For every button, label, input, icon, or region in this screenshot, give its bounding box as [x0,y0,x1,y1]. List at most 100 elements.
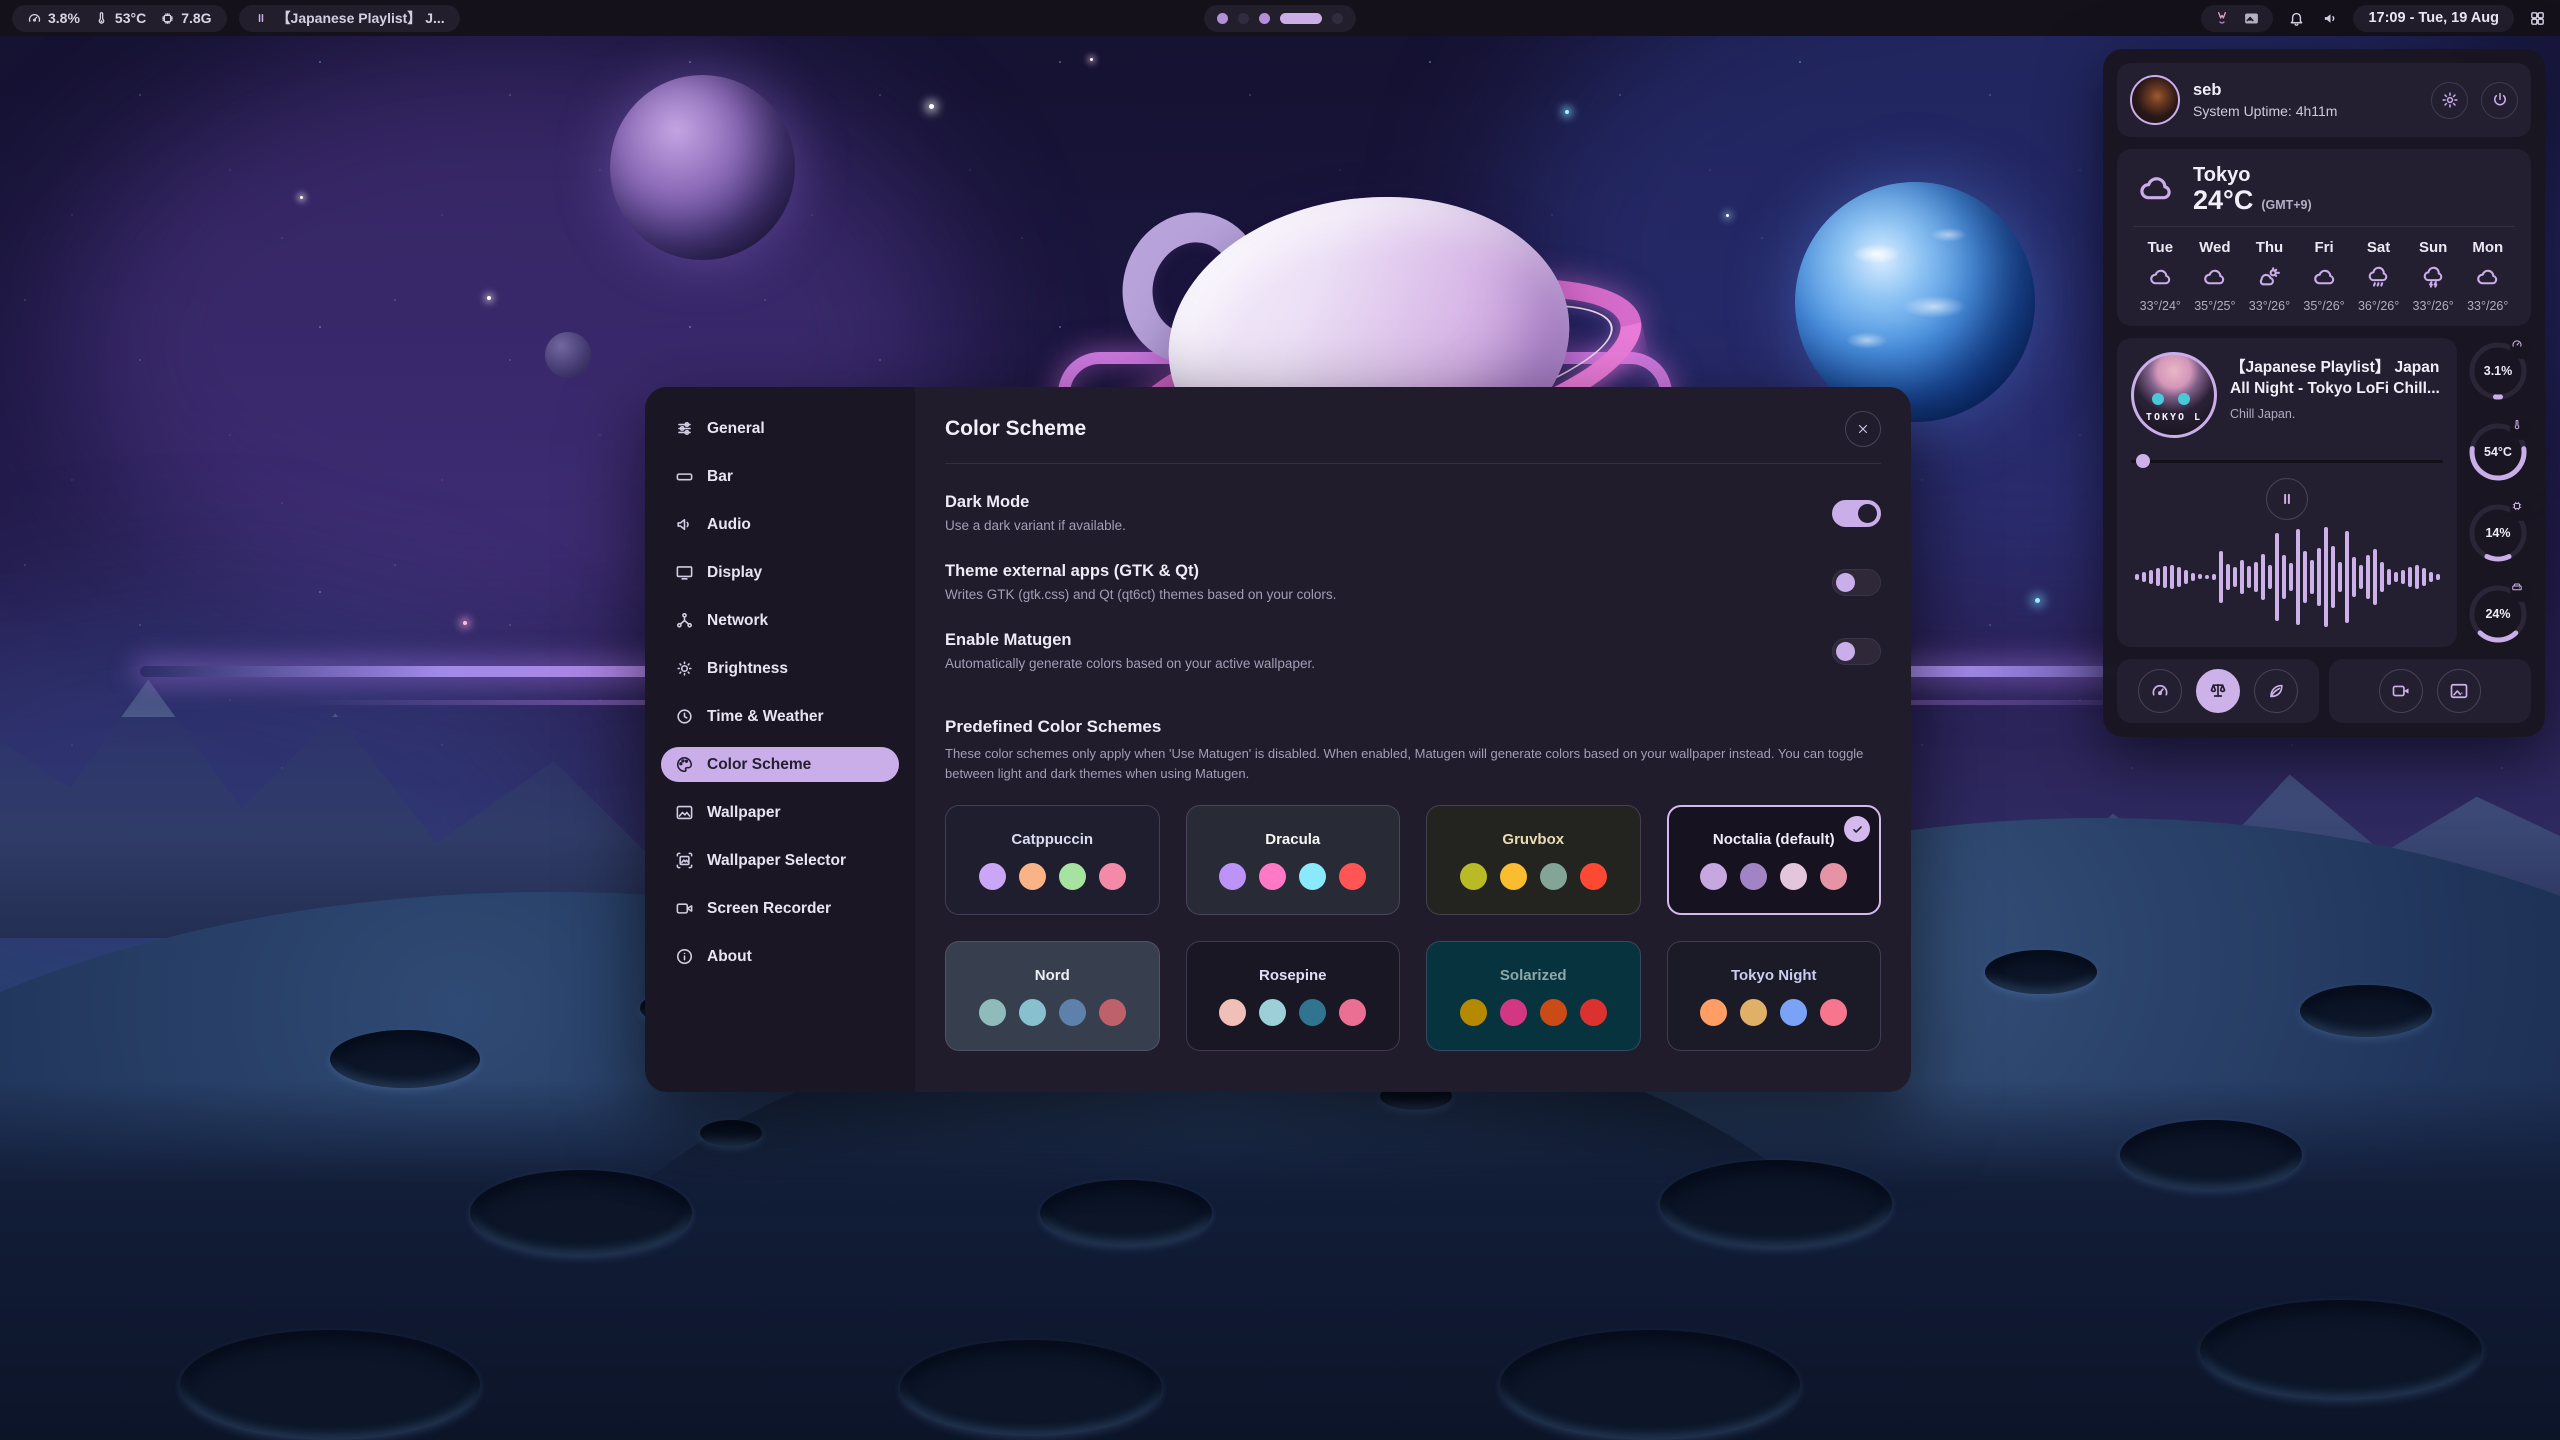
system-stats-pill[interactable]: 3.8% 53°C 7.8G [12,5,227,32]
sidebar-item-audio[interactable]: Audio [661,507,899,542]
sidebar-item-general[interactable]: General [661,411,899,446]
screen-record-button[interactable] [2379,669,2423,713]
weather-city: Tokyo [2193,164,2312,187]
dark-mode-row: Dark Mode Use a dark variant if availabl… [945,493,1881,533]
scheme-tokyo-night[interactable]: Tokyo Night [1667,941,1882,1051]
video-icon [675,899,694,918]
theme-external-apps-row: Theme external apps (GTK & Qt) Writes GT… [945,562,1881,602]
wallpaper-button[interactable] [2437,669,2481,713]
control-panel: seb System Uptime: 4h11m Tokyo 24°C (GMT… [2103,49,2545,737]
seek-knob[interactable] [2136,454,2150,468]
workspace-dot-active[interactable] [1280,13,1322,24]
enable-matugen-toggle[interactable] [1832,638,1881,665]
track-title: 【Japanese Playlist】 Japan All Night - To… [2230,358,2443,400]
sidebar-item-network[interactable]: Network [661,603,899,638]
crater [470,1170,692,1256]
tray-app-icon[interactable] [2214,10,2230,26]
theme-external-apps-toggle[interactable] [1832,569,1881,596]
seek-bar[interactable] [2131,454,2443,468]
color-swatch [1339,999,1366,1026]
settings-button[interactable] [2431,82,2468,119]
temperature-stat: 53°C [94,10,146,26]
clock-icon [675,707,694,726]
cloud-icon [2475,265,2500,290]
close-button[interactable] [1845,411,1881,447]
sidebar-item-bar[interactable]: Bar [661,459,899,494]
star-sparkle [1726,214,1729,217]
color-swatch [1740,999,1767,1026]
weather-card[interactable]: Tokyo 24°C (GMT+9) Tue 33°/24° Wed 35°/2… [2117,149,2531,326]
color-swatch [979,863,1006,890]
scales-icon [2208,681,2228,701]
play-pause-button[interactable] [2266,478,2308,520]
forecast-day: Thu 33°/26° [2242,239,2297,313]
image-icon [2449,681,2469,701]
scheme-rosepine[interactable]: Rosepine [1186,941,1401,1051]
sidebar-item-screen-recorder[interactable]: Screen Recorder [661,891,899,926]
close-icon [1856,422,1870,436]
dark-mode-toggle[interactable] [1832,500,1881,527]
tray-image-icon[interactable] [2243,10,2260,27]
balanced-profile-button[interactable] [2196,669,2240,713]
page-title: Color Scheme [945,417,1086,441]
color-swatch [1540,863,1567,890]
workspace-switcher[interactable] [1204,5,1356,32]
power-button[interactable] [2481,82,2518,119]
forecast-row: Tue 33°/24° Wed 35°/25° Thu 33°/26° Fri … [2133,239,2515,313]
workspace-dot-occupied[interactable] [1259,13,1270,24]
section-description: These color schemes only apply when 'Use… [945,744,1865,783]
top-bar: 3.8% 53°C 7.8G 【Japanese Playlist】 J... [0,0,2560,36]
sidebar-item-brightness[interactable]: Brightness [661,651,899,686]
color-swatch [1700,863,1727,890]
album-art[interactable]: TOKYO L [2131,352,2217,438]
system-tray[interactable] [2201,5,2273,32]
image-select-icon [675,851,694,870]
color-swatch [1099,863,1126,890]
clock-pill[interactable]: 17:09 - Tue, 19 Aug [2353,5,2514,32]
speaker-icon [2322,10,2339,27]
crater [2300,985,2432,1037]
color-swatch [1780,999,1807,1026]
small-moon [545,332,591,378]
sidebar-item-color-scheme[interactable]: Color Scheme [661,747,899,782]
check-icon [1851,823,1864,836]
dashboard-button[interactable] [2526,7,2548,29]
star-sparkle [300,196,303,199]
media-player-card: TOKYO L 【Japanese Playlist】 Japan All Ni… [2117,338,2457,647]
color-swatch [1059,863,1086,890]
workspace-dot-occupied[interactable] [1217,13,1228,24]
scheme-solarized[interactable]: Solarized [1426,941,1641,1051]
power-icon [2491,91,2509,109]
speedometer-icon [27,11,42,26]
color-swatch [1259,999,1286,1026]
workspace-dot-empty[interactable] [1238,13,1249,24]
scheme-nord[interactable]: Nord [945,941,1160,1051]
sidebar-item-wallpaper-selector[interactable]: Wallpaper Selector [661,843,899,878]
notifications-button[interactable] [2285,7,2307,29]
powersave-profile-button[interactable] [2254,669,2298,713]
volume-button[interactable] [2319,7,2341,29]
color-swatch [1099,999,1126,1026]
speaker-icon [675,515,694,534]
scheme-catppuccin[interactable]: Catppuccin [945,805,1160,915]
performance-profile-button[interactable] [2138,669,2182,713]
now-playing-pill[interactable]: 【Japanese Playlist】 J... [239,5,460,32]
color-swatch [1219,863,1246,890]
sidebar-item-about[interactable]: About [661,939,899,974]
scheme-noctalia-default[interactable]: Noctalia (default) [1667,805,1882,915]
now-playing-label: 【Japanese Playlist】 J... [277,8,445,28]
scheme-gruvbox[interactable]: Gruvbox [1426,805,1641,915]
sidebar-item-time-weather[interactable]: Time & Weather [661,699,899,734]
crater [1500,1330,1800,1440]
color-swatch [1580,863,1607,890]
scheme-dracula[interactable]: Dracula [1186,805,1401,915]
speedometer-icon [2511,338,2523,350]
forecast-day: Wed 35°/25° [2188,239,2243,313]
sidebar-item-wallpaper[interactable]: Wallpaper [661,795,899,830]
sidebar-item-display[interactable]: Display [661,555,899,590]
workspace-dot-empty[interactable] [1332,13,1343,24]
crater [2120,1120,2302,1190]
color-swatch [1299,863,1326,890]
temperature-value: 53°C [115,10,146,26]
thermometer-icon [94,11,109,26]
